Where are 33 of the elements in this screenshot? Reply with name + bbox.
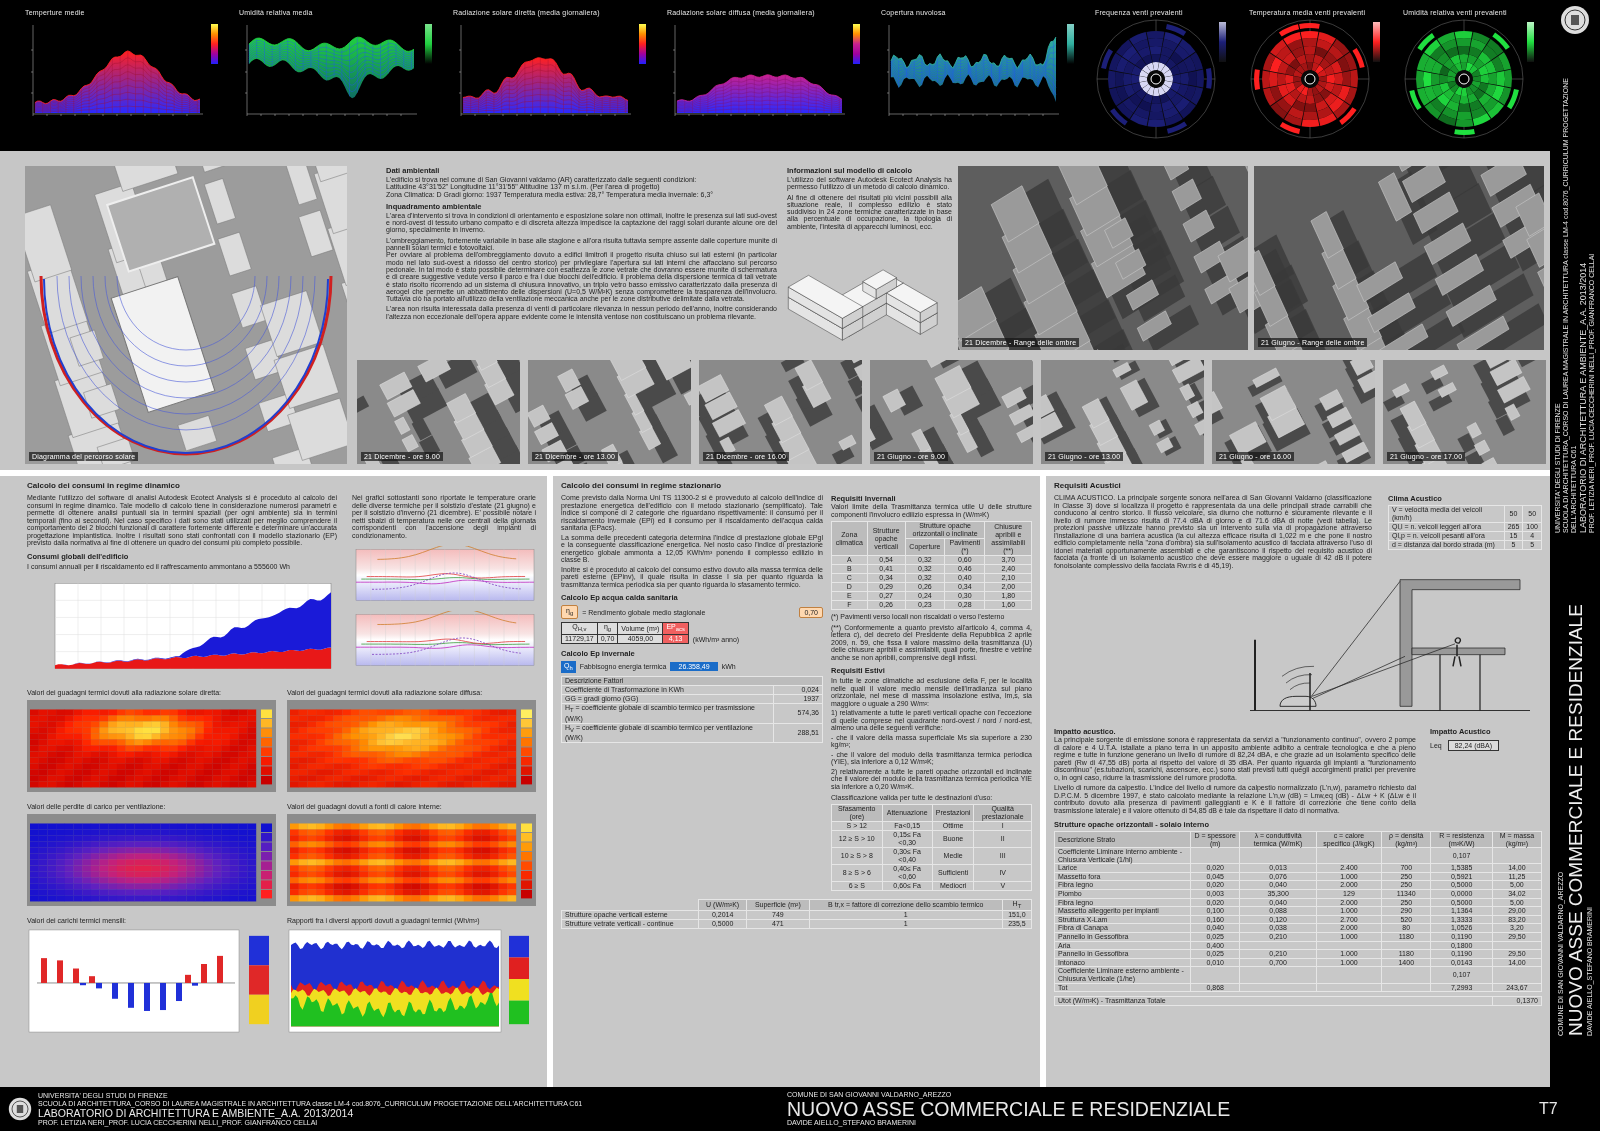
legend-icon — [249, 935, 269, 1025]
color-scale-icon — [1219, 22, 1226, 62]
color-scale-icon — [1373, 22, 1380, 62]
color-scale-icon — [521, 709, 532, 785]
credit-line: LABORATORIO DI ARCHITETTURA E AMBIENTE_A.A. 2013/2014 — [38, 1107, 354, 1119]
color-scale-icon — [1067, 24, 1074, 64]
sheet-number: T7 — [1539, 1100, 1558, 1118]
bar — [144, 982, 150, 1011]
bar — [128, 982, 134, 1008]
bar — [217, 955, 223, 983]
university-seal-icon — [8, 1097, 32, 1121]
bar — [160, 982, 166, 1011]
color-scale-icon — [521, 823, 532, 899]
project-title: NUOVO ASSE COMMERCIALE E RESIDENZIALE — [1564, 603, 1586, 1036]
university-seal-icon — [1560, 5, 1590, 35]
color-scale-icon — [261, 823, 272, 899]
legend-icon — [509, 935, 529, 1025]
section-heading: Calcolo dei consumi in regime stazionario — [561, 481, 723, 491]
color-scale-icon — [639, 24, 646, 64]
bar — [41, 958, 47, 983]
bar — [176, 982, 182, 1001]
color-scale-icon — [261, 709, 272, 785]
section-heading: Requisiti Acustici — [1054, 481, 1122, 491]
bar — [201, 964, 207, 983]
bar — [57, 960, 63, 983]
project-title: NUOVO ASSE COMMERCIALE E RESIDENZIALE — [787, 1099, 1232, 1119]
color-scale-icon — [853, 24, 860, 64]
bar — [112, 982, 118, 999]
color-scale-icon — [1527, 22, 1534, 62]
color-scale-icon — [211, 24, 218, 64]
color-scale-icon — [425, 24, 432, 64]
section-heading: Calcolo dei consumi in regime dinamico — [27, 481, 181, 491]
credit-line: LABORATORIO DI ARCHITETTURA E AMBIENTE_A.A. 2013/2014 — [1578, 261, 1588, 533]
